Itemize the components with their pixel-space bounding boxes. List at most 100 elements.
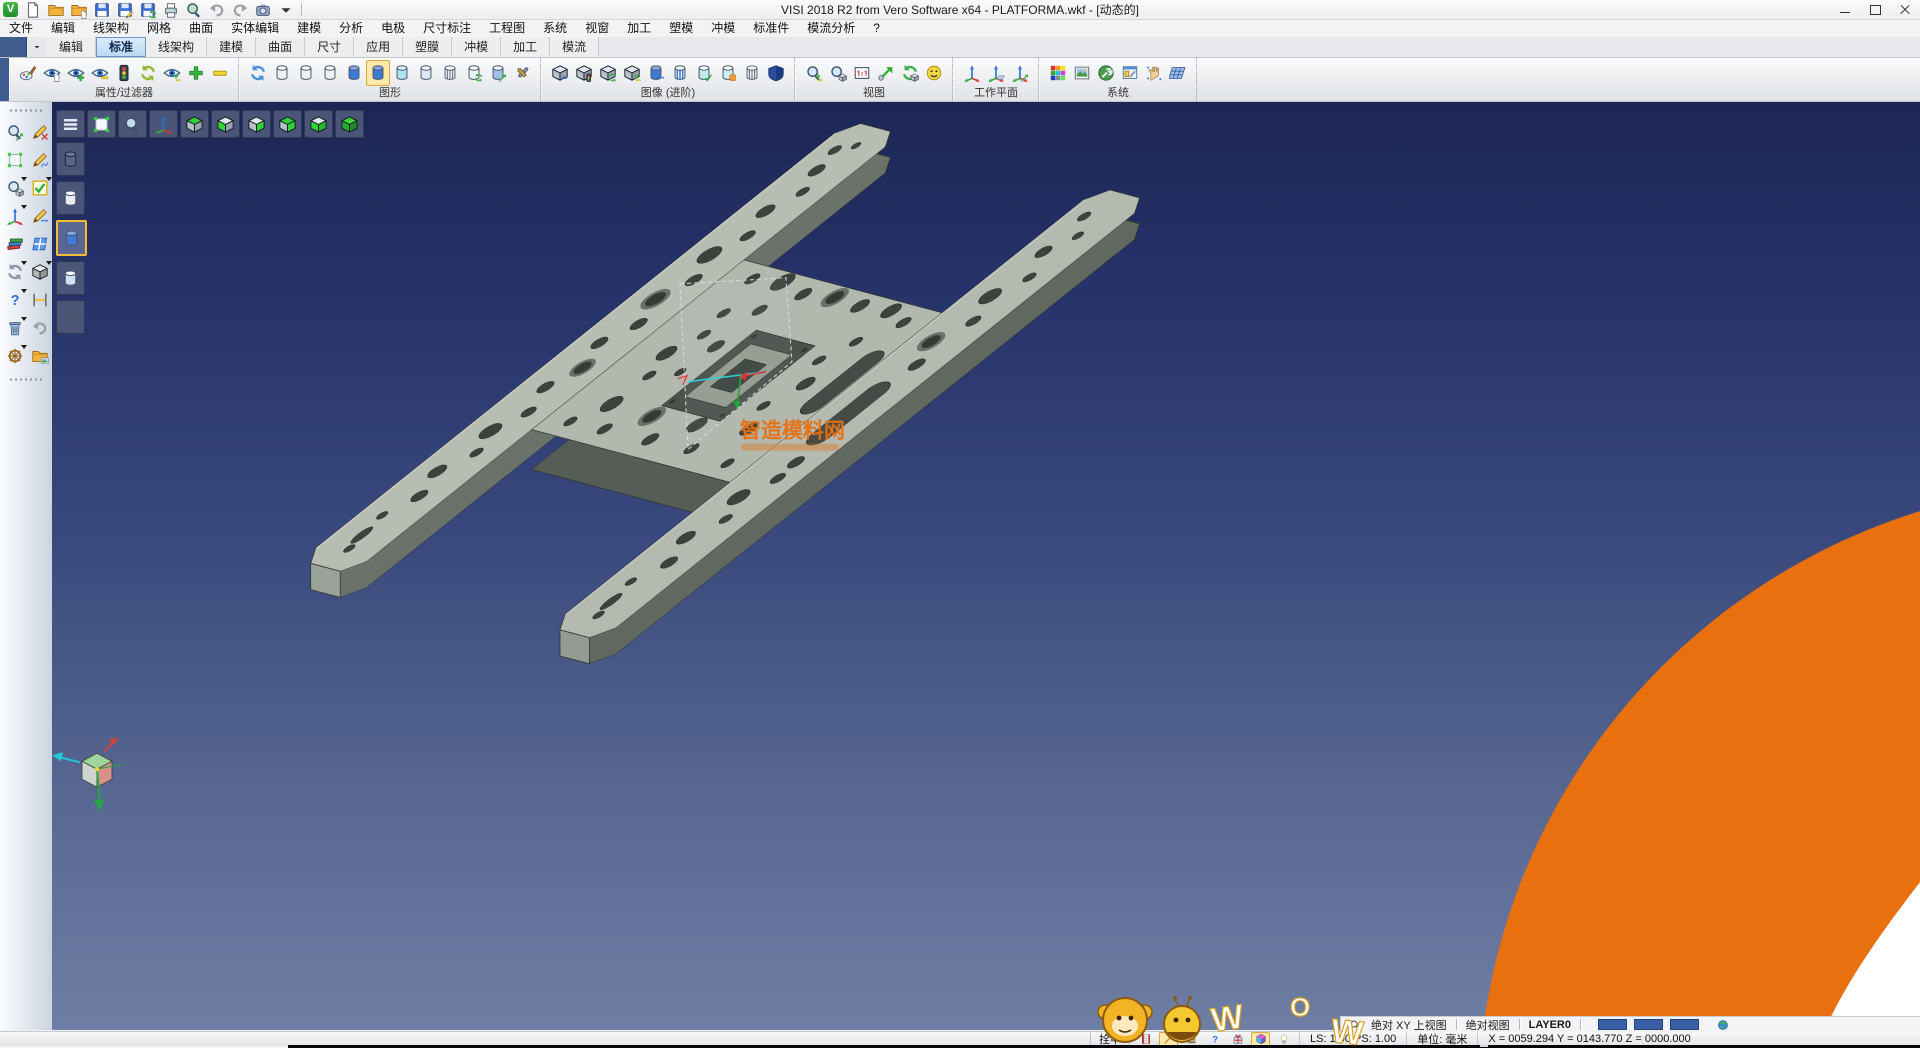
filter-refresh-icon[interactable] (136, 60, 160, 86)
menu-item[interactable]: 曲面 (180, 20, 222, 37)
menu-item[interactable]: 文件 (0, 20, 42, 37)
view-front-icon[interactable] (242, 110, 271, 138)
selection-frame-icon[interactable] (2, 147, 28, 173)
show-remove-icon[interactable] (88, 60, 112, 86)
copy-view-icon[interactable] (486, 60, 510, 86)
save-all-icon[interactable] (137, 0, 158, 19)
menu-item[interactable]: 模流分析 (798, 20, 864, 37)
solid-boxed-icon[interactable] (716, 60, 740, 86)
menu-item[interactable]: 视窗 (576, 20, 618, 37)
menu-item[interactable]: 尺寸标注 (414, 20, 480, 37)
open-file-icon[interactable] (45, 0, 66, 19)
zoom-extents-icon[interactable] (87, 110, 116, 138)
view-bottom-icon[interactable] (211, 110, 240, 138)
refresh-view-icon[interactable] (898, 60, 922, 86)
render-wireframe-icon[interactable] (56, 142, 85, 176)
erase-element-icon[interactable] (27, 119, 53, 145)
hatched-mode-icon[interactable] (438, 60, 462, 86)
window-tile-icon[interactable] (27, 231, 53, 257)
view-menu-icon[interactable] (56, 110, 85, 138)
save-as-icon[interactable] (114, 0, 135, 19)
maximize-button[interactable] (1860, 0, 1890, 19)
shaded-edges-mode-icon[interactable] (366, 60, 390, 86)
flat-shaded-mode-icon[interactable] (414, 60, 438, 86)
visi-logo-icon[interactable]: V (3, 2, 18, 17)
measure-distance-icon[interactable] (27, 287, 53, 313)
menu-item[interactable]: 工程图 (480, 20, 534, 37)
hide-all-icon[interactable] (208, 60, 232, 86)
solid-shaded-icon[interactable] (644, 60, 668, 86)
open-copy-icon[interactable] (68, 0, 89, 19)
window-settings-icon[interactable] (1118, 60, 1142, 86)
show-add-icon[interactable] (64, 60, 88, 86)
minimize-button[interactable] (1830, 0, 1860, 19)
menu-item[interactable]: 系统 (534, 20, 576, 37)
ribbon-tab[interactable]: 曲面 (256, 37, 305, 57)
navigation-wheel-icon[interactable] (2, 343, 28, 369)
search-icon[interactable] (1349, 1019, 1361, 1031)
viewport-3d[interactable]: 智造模料网 (52, 102, 1920, 1030)
wireframe-mode-icon[interactable] (270, 60, 294, 86)
graphics-options-icon[interactable] (510, 60, 534, 86)
render-hatched-icon[interactable] (56, 300, 85, 334)
ribbon-tab[interactable]: 应用 (354, 37, 403, 57)
grid-options-icon[interactable] (1166, 60, 1190, 86)
attribute-books-icon[interactable] (2, 231, 28, 257)
undo-action-icon[interactable] (27, 315, 53, 341)
solid-wireframe-icon[interactable] (740, 60, 764, 86)
attribute-preview-icon[interactable] (40, 60, 64, 86)
snap-options-icon[interactable] (1142, 60, 1166, 86)
axonometric-view-icon[interactable] (149, 110, 178, 138)
zoom-1-1-icon[interactable] (850, 60, 874, 86)
open-image-icon[interactable] (27, 343, 53, 369)
toolbar-grip[interactable] (8, 108, 44, 113)
ribbon-tab[interactable]: 尺寸 (305, 37, 354, 57)
ribbon-tab[interactable]: 模流 (550, 37, 599, 57)
ribbon-tab[interactable]: 建模 (207, 37, 256, 57)
pan-view-icon[interactable] (874, 60, 898, 86)
menu-item[interactable]: 加工 (618, 20, 660, 37)
toolbar-options-icon[interactable] (275, 0, 296, 19)
confirm-check-icon[interactable] (27, 175, 53, 201)
view-left-icon[interactable] (304, 110, 333, 138)
translucent-mode-icon[interactable] (390, 60, 414, 86)
move-axis-icon[interactable] (2, 203, 28, 229)
render-translucent-icon[interactable] (56, 261, 85, 295)
shaded-mode-icon[interactable] (342, 60, 366, 86)
menu-item[interactable]: 网格 (138, 20, 180, 37)
dashed-hidden-mode-icon[interactable] (318, 60, 342, 86)
layer-color-bars[interactable] (1592, 1019, 1705, 1030)
ribbon-dropdown-button[interactable] (27, 37, 47, 57)
zoom-window-icon[interactable] (826, 60, 850, 86)
menu-item[interactable]: 编辑 (42, 20, 84, 37)
context-help-icon[interactable] (2, 287, 28, 313)
visibility-toggle-icon[interactable] (160, 60, 184, 86)
image-settings-icon[interactable] (1070, 60, 1094, 86)
solid-filter-icon[interactable] (572, 60, 596, 86)
system-options-icon[interactable] (1094, 60, 1118, 86)
menu-item[interactable]: 实体编辑 (222, 20, 288, 37)
toolbar-grip[interactable] (8, 377, 44, 382)
regen-display-icon[interactable] (2, 259, 28, 285)
ribbon-tab[interactable]: 编辑 (47, 37, 96, 57)
solid-striped-icon[interactable] (668, 60, 692, 86)
active-layer-label[interactable]: LAYER0 (1523, 1019, 1577, 1031)
scale-readout[interactable]: LS: 1.00 PS: 1.00 (1299, 1033, 1406, 1045)
solid-visibility-icon[interactable] (620, 60, 644, 86)
ribbon-tab[interactable]: 标准 (96, 37, 146, 57)
edit-attributes-icon[interactable] (16, 60, 40, 86)
spline-edit-icon[interactable] (27, 147, 53, 173)
workplane-origin-icon[interactable] (960, 60, 984, 86)
zoom-solid-icon[interactable] (2, 175, 28, 201)
show-all-icon[interactable] (184, 60, 208, 86)
view-ref-label[interactable]: 绝对视图 (1460, 1017, 1516, 1033)
redo-icon[interactable] (229, 0, 250, 19)
menu-item[interactable]: 建模 (288, 20, 330, 37)
curve-edit-icon[interactable] (27, 203, 53, 229)
advanced-view-icon[interactable] (548, 60, 572, 86)
globe-icon[interactable] (1717, 1019, 1729, 1031)
save-icon[interactable] (91, 0, 112, 19)
solid-refresh-icon[interactable] (596, 60, 620, 86)
view-back-icon[interactable] (273, 110, 302, 138)
menu-item[interactable]: 标准件 (744, 20, 798, 37)
